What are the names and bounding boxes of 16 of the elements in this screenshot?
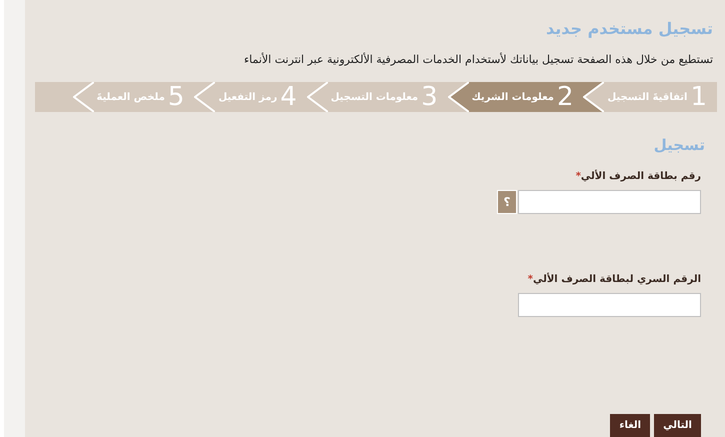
next-button[interactable]: التالي	[654, 414, 701, 437]
field-label: الرقم السري لبطاقة الصرف الألي	[532, 274, 701, 285]
input-field[interactable]	[518, 190, 701, 214]
page-title: تسجيل مستخدم جديد	[544, 19, 713, 38]
chevron-icon	[194, 82, 216, 112]
chevron-icon	[448, 82, 469, 112]
section-title: تسجيل	[652, 136, 705, 154]
required-mark: *	[528, 274, 533, 285]
required-mark: *	[576, 171, 581, 182]
field-label: رقم بطاقة الصرف الألي	[580, 171, 701, 182]
input-field[interactable]	[518, 293, 701, 317]
chevron-icon	[72, 82, 94, 112]
help-button[interactable]: ؟	[497, 190, 517, 214]
cancel-button[interactable]: الغاء	[610, 414, 650, 437]
page-description: تستطيع من خلال هذه الصفحة تسجيل بياناتك لأستخدام الخدمات المصرفية الألكترونية عبر انترنت الأنماء	[242, 53, 713, 66]
chevron-icon	[306, 82, 328, 112]
